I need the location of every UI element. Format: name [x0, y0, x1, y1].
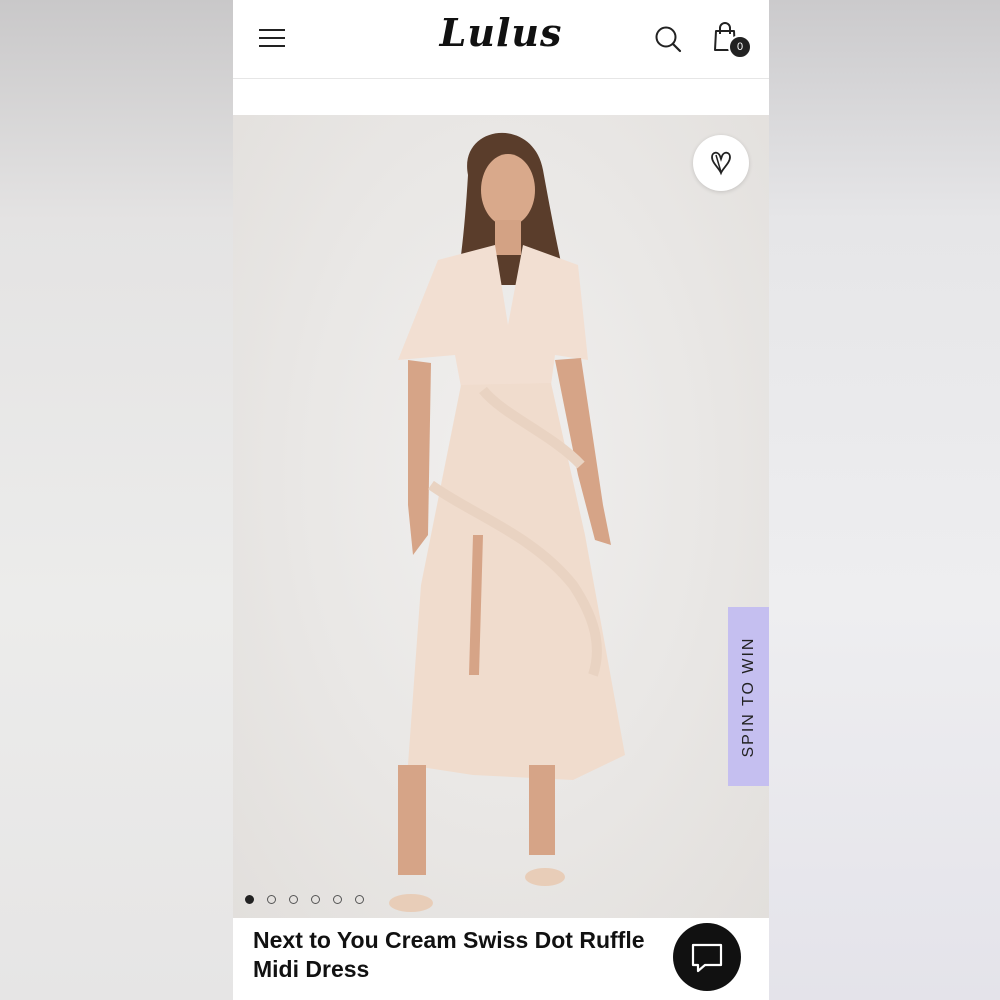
phone-screen: Lulus 0 SPIN TO WIN Next to You Cream Sw… — [233, 0, 769, 1000]
carousel-dot[interactable] — [311, 895, 320, 904]
search-button[interactable] — [653, 24, 683, 54]
top-navbar: Lulus 0 — [233, 0, 769, 79]
product-image-carousel[interactable]: SPIN TO WIN — [233, 115, 769, 918]
carousel-pagination — [245, 891, 377, 904]
carousel-dot[interactable] — [245, 895, 254, 904]
brand-logo[interactable]: Lulus — [233, 10, 769, 55]
favorite-button[interactable] — [693, 135, 749, 191]
chat-icon — [691, 943, 723, 973]
background-right — [769, 0, 1000, 1000]
spin-to-win-tab[interactable]: SPIN TO WIN — [728, 607, 769, 786]
spin-to-win-label: SPIN TO WIN — [739, 636, 757, 757]
heart-icon — [711, 151, 731, 176]
cart-count-badge: 0 — [728, 35, 752, 59]
chat-button[interactable] — [673, 923, 741, 991]
carousel-dot[interactable] — [267, 895, 276, 904]
product-title: Next to You Cream Swiss Dot Ruffle Midi … — [253, 927, 645, 982]
cart-button[interactable]: 0 — [711, 20, 752, 60]
background-left — [0, 0, 233, 1000]
carousel-dot[interactable] — [289, 895, 298, 904]
product-photo — [389, 132, 625, 912]
carousel-dot[interactable] — [355, 895, 364, 904]
search-icon — [655, 26, 682, 53]
breadcrumb-bar — [233, 79, 769, 115]
carousel-dot[interactable] — [333, 895, 342, 904]
